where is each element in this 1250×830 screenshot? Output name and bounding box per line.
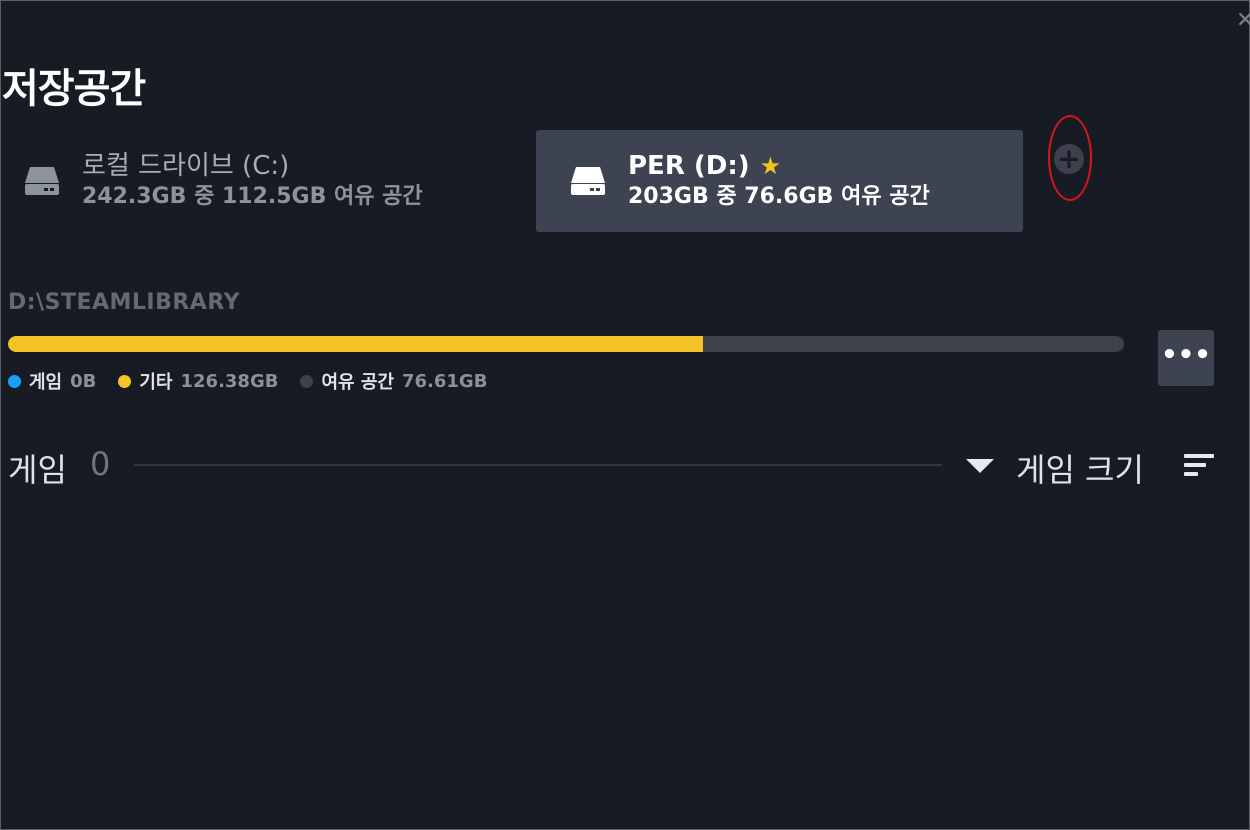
drive-card-c[interactable]: 로컬 드라이브 (C:) 242.3GB 중 112.5GB 여유 공간 (22, 130, 512, 232)
legend-label: 게임 (29, 372, 63, 393)
legend-dot (8, 374, 21, 388)
sort-by-size-dropdown[interactable]: 게임 크기 (1016, 445, 1144, 491)
hard-drive-icon (22, 163, 62, 199)
legend-item-free: 여유 공간 76.61GB (300, 368, 487, 394)
legend-value: 0B (70, 370, 97, 392)
games-count: 0 (90, 445, 111, 483)
library-path: D:\STEAMLIBRARY (8, 290, 241, 315)
games-section-label: 게임 (8, 451, 67, 489)
sort-dropdown-arrow-icon[interactable] (966, 459, 994, 473)
legend-item-other: 기타 126.38GB (118, 368, 278, 394)
drive-free-space: 242.3GB 중 112.5GB 여유 공간 (82, 184, 423, 209)
drive-name-row: PER (D:) ★ (628, 150, 930, 182)
storage-usage-bar (8, 336, 1124, 352)
drive-name: 로컬 드라이브 (C:) (82, 151, 290, 181)
page-title: 저장공간 (2, 66, 146, 112)
legend-label: 여유 공간 (321, 372, 394, 393)
legend-value: 126.38GB (180, 370, 279, 392)
drive-name: PER (D:) (628, 151, 750, 181)
legend-label: 기타 (139, 372, 173, 393)
red-highlight-ellipse (1048, 115, 1092, 201)
drive-card-d[interactable]: PER (D:) ★ 203GB 중 76.6GB 여유 공간 (536, 130, 1023, 232)
hard-drive-icon (568, 163, 608, 199)
storage-usage-fill (8, 336, 704, 352)
favorite-star-icon: ★ (759, 152, 782, 180)
storage-legend: 게임 0B 기타 126.38GB 여유 공간 76.61GB (8, 368, 509, 394)
legend-value: 76.61GB (401, 370, 488, 392)
sort-lines-icon[interactable] (1184, 454, 1214, 480)
legend-dot (300, 374, 314, 388)
drive-free-space: 203GB 중 76.6GB 여유 공간 (628, 184, 930, 209)
more-options-button[interactable]: ••• (1158, 330, 1214, 386)
section-divider (134, 464, 942, 466)
close-button[interactable]: ✕ (1236, 10, 1250, 32)
legend-dot (118, 374, 132, 388)
legend-item-games: 게임 0B (8, 368, 96, 394)
